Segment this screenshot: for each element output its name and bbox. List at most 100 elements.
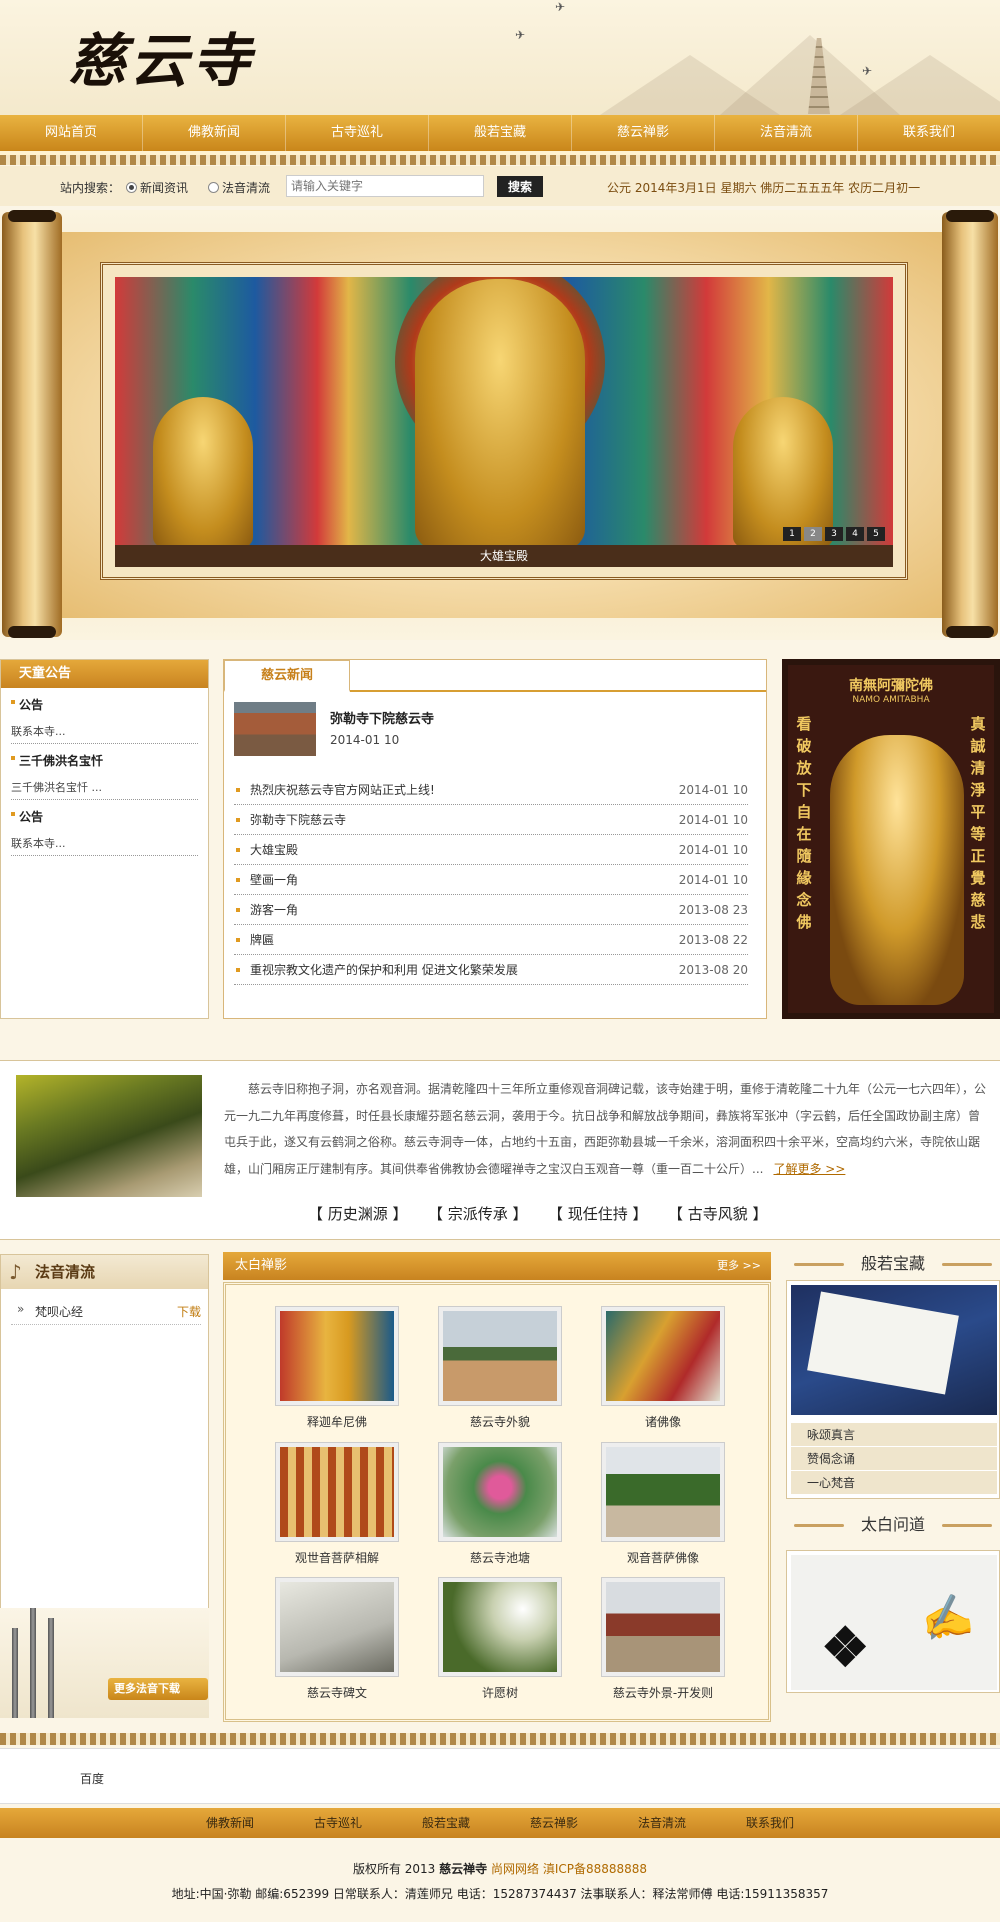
news-feature-thumbnail[interactable] [234,702,316,756]
nav-item-news[interactable]: 佛教新闻 [143,115,286,151]
list-item[interactable]: 大雄宝殿 2014-01 10 [234,835,748,865]
gallery-label[interactable]: 慈云寺外景-开发则 [602,1684,724,1701]
nav-item-scripture[interactable]: 般若宝藏 [429,115,572,151]
list-item[interactable]: 游客一角 2013-08 23 [234,895,748,925]
nav-item-contact[interactable]: 联系我们 [858,115,1000,151]
gallery-more-link[interactable]: 更多 >> [717,1252,761,1280]
more-audio-button[interactable]: 更多法音下载 [108,1678,208,1700]
news-title[interactable]: 重视宗教文化遗产的保护和利用 促进文化繁荣发展 [250,955,518,984]
radio-checked-icon[interactable] [126,182,137,193]
slide-dot[interactable]: 1 [783,527,801,541]
gallery-label[interactable]: 观音菩萨佛像 [602,1549,724,1566]
gallery-photo[interactable] [438,1577,562,1677]
news-title[interactable]: 弥勒寺下院慈云寺 [250,805,346,834]
search-input[interactable] [286,175,484,197]
gallery-photo[interactable] [438,1306,562,1406]
footer-nav-tour[interactable]: 古寺巡礼 [284,1808,392,1838]
friend-link-baidu[interactable]: 百度 [80,1770,104,1787]
notice-heading[interactable]: 公告 [11,808,198,825]
developer-link[interactable]: 尚网网络 [491,1862,539,1876]
gallery-item[interactable]: 观音菩萨佛像 [601,1442,725,1566]
gallery-label[interactable]: 观世音菩萨相解 [276,1549,398,1566]
list-item[interactable]: 赞偈念诵 [791,1447,997,1471]
slide-dot-active[interactable]: 2 [804,527,822,541]
nav-item-tour[interactable]: 古寺巡礼 [286,115,429,151]
gallery-photo[interactable] [275,1442,399,1542]
news-title[interactable]: 热烈庆祝慈云寺官方网站正式上线! [250,775,435,804]
icp-link[interactable]: 滇ICP备88888888 [543,1862,647,1876]
news-title[interactable]: 游客一角 [250,895,298,924]
list-item[interactable]: 一心梵音 [791,1471,997,1495]
news-title[interactable]: 牌匾 [250,925,274,954]
gallery-item[interactable]: 释迦牟尼佛 [275,1306,399,1430]
audio-item-name[interactable]: 梵呗心经 [11,1302,83,1320]
search-option-news[interactable]: 新闻资讯 [126,179,188,196]
gallery-item[interactable]: 许愿树 [438,1577,562,1701]
intro-link-style[interactable]: 【 古寺风貌 】 [668,1203,768,1224]
calligraphy-photo[interactable]: ✍ ❖ [791,1555,997,1690]
gallery-label[interactable]: 慈云寺外貌 [439,1413,561,1430]
nav-item-home[interactable]: 网站首页 [0,115,143,151]
news-title[interactable]: 大雄宝殿 [250,835,298,864]
footer-nav-contact[interactable]: 联系我们 [716,1808,824,1838]
gallery-label[interactable]: 许愿树 [439,1684,561,1701]
gallery-photo[interactable] [275,1577,399,1677]
notice-heading[interactable]: 公告 [11,696,198,713]
gallery-item[interactable]: 慈云寺池塘 [438,1442,562,1566]
gallery-item[interactable]: 观世音菩萨相解 [275,1442,399,1566]
banner-image-buddha-hall[interactable]: 1 2 3 4 5 [115,277,893,545]
radio-icon[interactable] [208,182,219,193]
gallery-photo[interactable] [438,1442,562,1542]
scripture-photo[interactable] [791,1285,997,1415]
notice-text[interactable]: 联系本寺... [11,835,198,856]
intro-more-link[interactable]: 了解更多 >> [773,1162,845,1176]
gallery-photo[interactable] [601,1442,725,1542]
gallery-label[interactable]: 诸佛像 [602,1413,724,1430]
intro-link-history[interactable]: 【 历史渊源 】 [308,1203,408,1224]
gallery-item[interactable]: 慈云寺外貌 [438,1306,562,1430]
gallery-panel: 太白禅影 更多 >> 释迦牟尼佛 慈云寺外貌 诸佛像 观世音菩萨相解 慈云寺池塘… [223,1252,771,1722]
header: ✈ ✈ ✈ 慈云寺 [0,0,1000,115]
nav-item-gallery[interactable]: 慈云禅影 [572,115,715,151]
news-date: 2013-08 20 [678,963,748,977]
gallery-item[interactable]: 诸佛像 [601,1306,725,1430]
download-link[interactable]: 下载 [177,1303,201,1320]
slide-dot[interactable]: 4 [846,527,864,541]
gallery-photo[interactable] [275,1306,399,1406]
gallery-item[interactable]: 慈云寺碑文 [275,1577,399,1701]
slide-dot[interactable]: 3 [825,527,843,541]
notice-heading[interactable]: 三千佛洪名宝忏 [11,752,198,769]
list-item[interactable]: 壁画一角 2014-01 10 [234,865,748,895]
gallery-label[interactable]: 慈云寺池塘 [439,1549,561,1566]
list-item[interactable]: 咏颂真言 [791,1423,997,1447]
gallery-label[interactable]: 慈云寺碑文 [276,1684,398,1701]
nav-item-audio[interactable]: 法音清流 [715,115,858,151]
slide-dot[interactable]: 5 [867,527,885,541]
notice-item[interactable]: 三千佛洪名宝忏 三千佛洪名宝忏 ... [1,744,208,800]
footer-nav-audio[interactable]: 法音清流 [608,1808,716,1838]
notice-item[interactable]: 公告 联系本寺... [1,688,208,744]
notice-text[interactable]: 三千佛洪名宝忏 ... [11,779,198,800]
tab-news[interactable]: 慈云新闻 [224,660,350,692]
gallery-photo[interactable] [601,1306,725,1406]
list-item[interactable]: 牌匾 2013-08 22 [234,925,748,955]
list-item[interactable]: 梵呗心经 下载 [11,1302,201,1325]
notice-text[interactable]: 联系本寺... [11,723,198,744]
news-title[interactable]: 壁画一角 [250,865,298,894]
intro-link-lineage[interactable]: 【 宗派传承 】 [428,1203,528,1224]
gallery-item[interactable]: 慈云寺外景-开发则 [601,1577,725,1701]
footer-nav-gallery[interactable]: 慈云禅影 [500,1808,608,1838]
news-feature-title[interactable]: 弥勒寺下院慈云寺 [330,708,434,727]
search-option-audio[interactable]: 法音清流 [208,179,270,196]
gallery-photo[interactable] [601,1577,725,1677]
list-item[interactable]: 弥勒寺下院慈云寺 2014-01 10 [234,805,748,835]
footer-nav-scripture[interactable]: 般若宝藏 [392,1808,500,1838]
site-logo[interactable]: 慈云寺 [68,14,254,98]
list-item[interactable]: 重视宗教文化遗产的保护和利用 促进文化繁荣发展 2013-08 20 [234,955,748,985]
intro-link-abbot[interactable]: 【 现任住持 】 [548,1203,648,1224]
footer-nav-news[interactable]: 佛教新闻 [176,1808,284,1838]
search-button[interactable]: 搜索 [497,176,543,197]
notice-item[interactable]: 公告 联系本寺... [1,800,208,856]
list-item[interactable]: 热烈庆祝慈云寺官方网站正式上线! 2014-01 10 [234,775,748,805]
gallery-label[interactable]: 释迦牟尼佛 [276,1413,398,1430]
